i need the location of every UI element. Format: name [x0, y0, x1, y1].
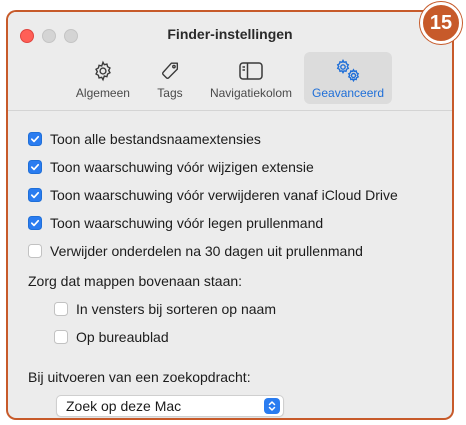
option-label: In vensters bij sorteren op naam	[76, 301, 276, 317]
tab-navigatiekolom[interactable]: Navigatiekolom	[202, 52, 300, 104]
folders-on-top-heading: Zorg dat mappen bovenaan staan:	[28, 273, 243, 289]
settings-content: Toon alle bestandsnaamextensies Toon waa…	[8, 111, 452, 417]
option-show-extensions[interactable]: Toon alle bestandsnaamextensies	[28, 125, 436, 153]
window-title: Finder-instellingen	[167, 26, 293, 42]
finder-settings-window: Finder-instellingen Algemeen Tags Naviga…	[6, 10, 454, 420]
search-scope-value: Zoek op deze Mac	[66, 398, 182, 414]
settings-tabs: Algemeen Tags Navigatiekolom Geavanceerd	[8, 52, 452, 104]
tag-icon	[159, 56, 181, 86]
tab-tags[interactable]: Tags	[142, 52, 198, 104]
option-remove-after-30-days[interactable]: Verwijder onderdelen na 30 dagen uit pru…	[28, 237, 436, 265]
chevron-up-down-icon	[264, 398, 280, 414]
checkbox-checked[interactable]	[28, 188, 42, 202]
option-label: Toon waarschuwing vóór verwijderen vanaf…	[50, 187, 398, 203]
option-label: Op bureaublad	[76, 329, 169, 345]
gear-icon	[92, 56, 114, 86]
titlebar: Finder-instellingen Algemeen Tags Naviga…	[8, 12, 452, 111]
option-folders-in-windows[interactable]: In vensters bij sorteren op naam	[28, 295, 436, 323]
option-warn-change-extension[interactable]: Toon waarschuwing vóór wijzigen extensie	[28, 153, 436, 181]
checkbox-unchecked[interactable]	[54, 330, 68, 344]
tab-geavanceerd[interactable]: Geavanceerd	[304, 52, 393, 104]
option-warn-empty-trash[interactable]: Toon waarschuwing vóór legen prullenmand	[28, 209, 436, 237]
checkbox-checked[interactable]	[28, 160, 42, 174]
step-number-badge: 15	[420, 2, 462, 44]
option-folders-on-desktop[interactable]: Op bureaublad	[28, 323, 436, 351]
window-body: Finder-instellingen Algemeen Tags Naviga…	[8, 12, 452, 418]
checkbox-unchecked[interactable]	[54, 302, 68, 316]
tab-algemeen[interactable]: Algemeen	[68, 52, 138, 104]
checkbox-checked[interactable]	[28, 132, 42, 146]
gears-icon	[334, 56, 362, 86]
tab-label: Algemeen	[75, 86, 130, 100]
option-label: Toon waarschuwing vóór legen prullenmand	[50, 215, 324, 231]
sidebar-icon	[238, 56, 264, 86]
option-label: Toon waarschuwing vóór wijzigen extensie	[50, 159, 314, 175]
tab-label: Navigatiekolom	[209, 86, 293, 100]
tab-label: Tags	[157, 86, 183, 100]
checkbox-unchecked[interactable]	[28, 244, 42, 258]
search-scope-label: Bij uitvoeren van een zoekopdracht:	[28, 369, 251, 385]
option-label: Toon alle bestandsnaamextensies	[50, 131, 261, 147]
option-label: Verwijder onderdelen na 30 dagen uit pru…	[50, 243, 363, 259]
checkbox-checked[interactable]	[28, 216, 42, 230]
option-warn-icloud-remove[interactable]: Toon waarschuwing vóór verwijderen vanaf…	[28, 181, 436, 209]
search-scope-dropdown[interactable]: Zoek op deze Mac	[56, 395, 284, 417]
tab-label: Geavanceerd	[312, 86, 385, 100]
